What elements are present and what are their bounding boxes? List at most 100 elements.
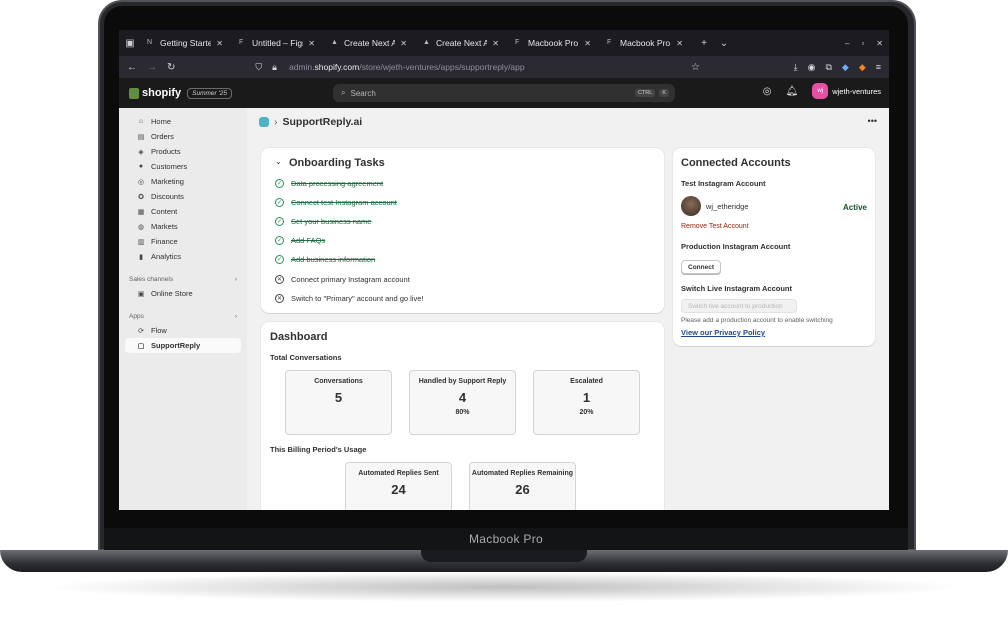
figma-icon: F bbox=[239, 39, 244, 46]
onboarding-task[interactable]: ✓ Set your business name bbox=[275, 214, 371, 228]
sidebar-item-label: Analytics bbox=[151, 252, 182, 261]
apps-header[interactable]: Apps › bbox=[119, 309, 247, 323]
fox-extension-icon[interactable]: ◆ bbox=[859, 62, 866, 73]
reload-icon[interactable]: ↻ bbox=[167, 62, 175, 73]
sidebar-item-label: Finance bbox=[151, 237, 178, 246]
bank-icon: ▥ bbox=[137, 238, 145, 246]
sidebar-item-markets[interactable]: ◍ Markets bbox=[125, 219, 241, 234]
close-tab-icon[interactable]: ✕ bbox=[400, 39, 407, 48]
onboarding-task[interactable]: ✓ Connect test Instagram account bbox=[275, 195, 397, 209]
browser-tab[interactable]: ▲ Create Next App ✕ bbox=[325, 33, 413, 53]
back-icon[interactable]: ← bbox=[127, 62, 137, 73]
discount-icon: ✪ bbox=[138, 193, 144, 201]
vercel-icon: ▲ bbox=[423, 39, 430, 46]
tab-bar: ▣ N Getting Started: ✕ F Untitled – Figma ✕ ▲ C… bbox=[119, 30, 889, 105]
close-tab-icon[interactable]: ✕ bbox=[216, 39, 223, 48]
sidebar-item-customers[interactable]: ● Customers bbox=[125, 159, 241, 174]
more-actions-icon[interactable]: ••• bbox=[868, 116, 877, 126]
browser-tab[interactable]: F Macbook Pro & A ✕ bbox=[601, 33, 689, 53]
extensions-icon[interactable]: ⧉ bbox=[825, 62, 831, 73]
url-domain: shopify.com bbox=[314, 62, 360, 72]
stat-card: Escalated 1 20% bbox=[533, 370, 640, 435]
sidebar-item-discounts[interactable]: ✪ Discounts bbox=[125, 189, 241, 204]
tab-title: Macbook Pro & A bbox=[620, 38, 671, 48]
close-tab-icon[interactable]: ✕ bbox=[308, 39, 315, 48]
onboarding-task[interactable]: ✓ Add business information bbox=[275, 253, 375, 267]
sidekick-icon[interactable]: ◎ bbox=[763, 86, 772, 97]
pen-extension-icon[interactable]: ◆ bbox=[842, 62, 849, 73]
bell-icon[interactable]: 🔔︎ bbox=[786, 86, 799, 97]
header-actions: ◎ 🔔︎ wj wjeth-ventures bbox=[763, 83, 881, 99]
sidebar-item-content[interactable]: ▦ Content bbox=[125, 204, 241, 219]
figma-icon: F bbox=[515, 39, 520, 46]
tab-title: Create Next App bbox=[436, 38, 488, 48]
search-icon: ⌕ bbox=[341, 88, 346, 97]
privacy-policy-link[interactable]: View our Privacy Policy bbox=[681, 328, 765, 337]
store-menu[interactable]: wj wjeth-ventures bbox=[812, 83, 881, 99]
sidebar-apps: ⟳ Flow ▢ SupportReply bbox=[119, 323, 247, 353]
sidebar-item-products[interactable]: ◈ Products bbox=[125, 144, 241, 159]
onboarding-task[interactable]: ✓ Add FAQs bbox=[275, 234, 325, 248]
app-icon[interactable] bbox=[259, 117, 269, 127]
browser-tab[interactable]: F Macbook Pro & A ✕ bbox=[509, 33, 597, 53]
store-avatar: wj bbox=[812, 83, 829, 99]
search-input[interactable]: ⌕ Search CTRL K bbox=[333, 84, 675, 102]
tab-title: Macbook Pro & A bbox=[528, 38, 579, 48]
bookmark-star-icon[interactable]: ☆ bbox=[691, 62, 700, 73]
stat-card: Automated Replies Remaining 26 bbox=[469, 462, 576, 510]
forward-icon[interactable]: → bbox=[147, 62, 157, 73]
sidebar-item-orders[interactable]: ▤ Orders bbox=[125, 129, 241, 144]
vercel-icon: ▲ bbox=[331, 39, 338, 46]
minimize-icon[interactable]: – bbox=[845, 39, 849, 48]
apps-label: Apps bbox=[129, 312, 144, 320]
test-account-user: wj_etheridge bbox=[681, 196, 749, 216]
download-icon[interactable]: ⤓ bbox=[794, 62, 798, 73]
sidebar-item-marketing[interactable]: ◎ Marketing bbox=[125, 174, 241, 189]
user-avatar bbox=[681, 196, 701, 216]
address-bar[interactable]: admin.shopify.com/store/wjeth-ventures/a… bbox=[289, 62, 525, 72]
stat-card: Handled by Support Reply 4 80% bbox=[409, 370, 516, 435]
maximize-icon[interactable]: ▫ bbox=[861, 39, 864, 48]
sidebar-item-online-store[interactable]: ▣ Online Store bbox=[125, 286, 241, 301]
stat-label: Handled by Support Reply bbox=[418, 378, 507, 385]
stat-label: Automated Replies Sent bbox=[358, 470, 439, 477]
tab-list-chevron-icon[interactable]: ⌄ bbox=[717, 36, 731, 50]
shopify-logo[interactable]: shopify bbox=[129, 87, 181, 99]
sidebar: ⌂ Home ▤ Orders ◈ Products ● Customers ◎ Marketin… bbox=[119, 108, 247, 510]
onboarding-task[interactable]: ✕ Switch to "Primary" account and go live… bbox=[275, 291, 423, 305]
close-tab-icon[interactable]: ✕ bbox=[584, 39, 591, 48]
remove-test-account-link[interactable]: Remove Test Account bbox=[681, 223, 749, 230]
onboarding-task[interactable]: ✓ Data processing agreement bbox=[275, 176, 383, 190]
onboarding-task[interactable]: ✕ Connect primary Instagram account bbox=[275, 272, 410, 286]
sidebar-item-flow[interactable]: ⟳ Flow bbox=[125, 323, 241, 338]
connected-accounts-card: Connected Accounts Test Instagram Accoun… bbox=[673, 148, 875, 346]
task-label: Connect primary Instagram account bbox=[291, 274, 410, 284]
sidebar-item-analytics[interactable]: ▮ Analytics bbox=[125, 249, 241, 264]
sidebar-item-finance[interactable]: ▥ Finance bbox=[125, 234, 241, 249]
url-prefix: admin. bbox=[289, 62, 315, 72]
task-label: Add FAQs bbox=[291, 236, 326, 246]
person-icon: ● bbox=[138, 163, 144, 170]
sales-channels-header[interactable]: Sales channels › bbox=[119, 272, 247, 286]
stat-value: 24 bbox=[391, 482, 406, 497]
username: wj_etheridge bbox=[706, 201, 749, 211]
close-window-icon[interactable]: ✕ bbox=[876, 39, 883, 48]
connect-button[interactable]: Connect bbox=[681, 260, 721, 274]
sidebar-item-label: Products bbox=[151, 147, 181, 156]
browser-tab[interactable]: ▲ Create Next App ✕ bbox=[417, 33, 505, 53]
collapse-chevron-icon[interactable]: ⌄ bbox=[275, 157, 282, 166]
close-tab-icon[interactable]: ✕ bbox=[676, 39, 683, 48]
browser-tab[interactable]: N Getting Started: ✕ bbox=[141, 33, 229, 53]
content-icon: ▦ bbox=[137, 208, 145, 216]
new-tab-icon[interactable]: + bbox=[697, 36, 711, 50]
tab-overview-icon[interactable]: ▣ bbox=[123, 36, 137, 50]
sidebar-item-label: Orders bbox=[151, 132, 174, 141]
account-icon[interactable]: ◉ bbox=[808, 62, 816, 73]
sidebar-item-home[interactable]: ⌂ Home bbox=[125, 114, 241, 129]
browser-tab[interactable]: F Untitled – Figma ✕ bbox=[233, 33, 321, 53]
edition-badge[interactable]: Summer '25 bbox=[187, 87, 232, 99]
close-tab-icon[interactable]: ✕ bbox=[492, 39, 499, 48]
sidebar-item-supportreply[interactable]: ▢ SupportReply bbox=[125, 338, 241, 353]
switch-to-production-button[interactable]: Switch live account to production bbox=[681, 299, 797, 313]
menu-icon[interactable]: ≡ bbox=[876, 62, 881, 73]
